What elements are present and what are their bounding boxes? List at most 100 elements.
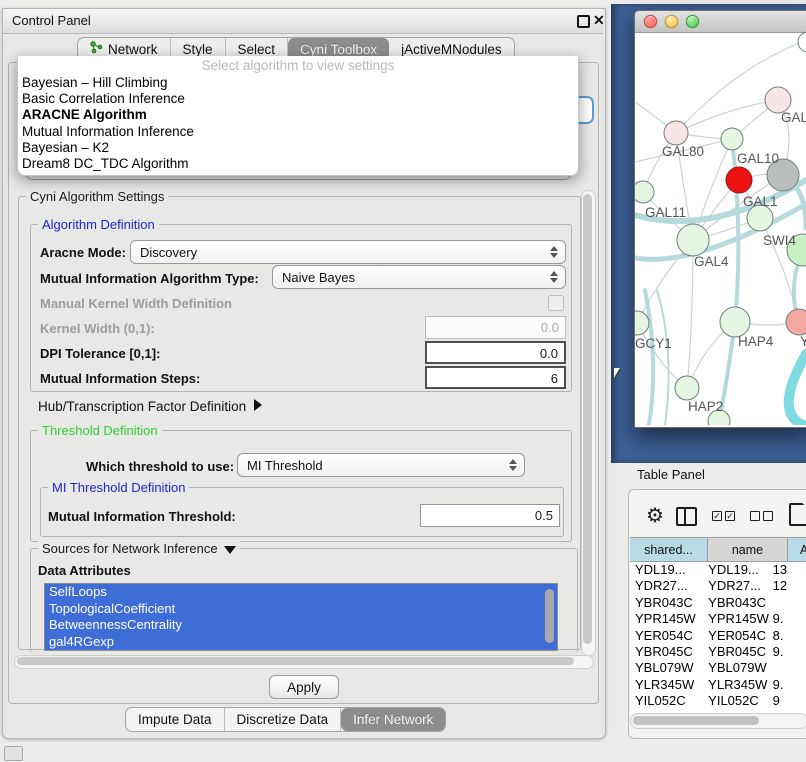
algorithm-option[interactable]: Basic Correlation Inference xyxy=(18,91,578,107)
close-icon[interactable]: ✕ xyxy=(593,14,605,26)
mi-steps-input[interactable]: 6 xyxy=(425,366,566,389)
columns-icon[interactable] xyxy=(676,507,697,526)
table-cell: YLR345W xyxy=(630,677,699,693)
hub-definition-expander[interactable]: Hub/Transcription Factor Definition xyxy=(38,399,262,414)
stepper-icon xyxy=(546,271,562,283)
node-gal11[interactable] xyxy=(635,181,654,203)
tab-select-label: Select xyxy=(238,42,276,57)
sources-title: Sources for Network Inference xyxy=(42,541,218,556)
table-cell: YBR043C xyxy=(630,595,699,611)
algorithm-definition-title: Algorithm Definition xyxy=(38,217,159,232)
mouse-cursor xyxy=(614,368,620,378)
network-window-titlebar[interactable] xyxy=(635,11,806,33)
mi-type-value: Naive Bayes xyxy=(282,270,546,285)
which-threshold-select[interactable]: MI Threshold xyxy=(237,453,525,477)
mi-type-label: Mutual Information Algorithm Type: xyxy=(40,271,259,286)
table-cell xyxy=(771,595,806,611)
node-label: Y xyxy=(800,334,806,349)
export-table-icon[interactable] xyxy=(789,503,806,526)
stepper-icon xyxy=(505,459,521,471)
node-gal10[interactable] xyxy=(721,128,743,150)
unchecked-box-icon xyxy=(750,511,760,521)
mi-type-select[interactable]: Naive Bayes xyxy=(272,265,566,289)
data-attribute-item-selected[interactable]: BetweennessCentrality xyxy=(45,617,557,634)
window-close-button[interactable] xyxy=(644,15,657,28)
table-cell: 12 xyxy=(771,578,806,594)
gear-icon[interactable]: ⚙ xyxy=(646,503,664,528)
select-all-columns-icon[interactable]: ✓ ✓ xyxy=(712,511,735,521)
column-header-shared-name[interactable]: shared... xyxy=(630,537,708,562)
node-label: GAL11 xyxy=(645,205,686,220)
column-header-partial[interactable]: A xyxy=(788,537,806,562)
table-row[interactable]: YIL052CYIL052C9 xyxy=(630,693,806,709)
algorithm-option[interactable]: ARACNE Algorithm xyxy=(18,107,578,123)
table-hscrollbar-thumb[interactable] xyxy=(633,716,759,725)
sources-collapse-control[interactable]: Sources for Network Inference xyxy=(38,541,240,556)
settings-hscrollbar-thumb[interactable] xyxy=(17,657,574,665)
kernel-width-input[interactable]: 0.0 xyxy=(425,316,566,339)
tab-infer-network[interactable]: Infer Network xyxy=(341,708,445,731)
tab-impute-data[interactable]: Impute Data xyxy=(126,708,225,731)
settings-vscrollbar-thumb[interactable] xyxy=(583,194,592,644)
algorithm-option[interactable]: Bayesian – Hill Climbing xyxy=(18,75,578,91)
table-row[interactable]: YDR27...YDR27...12 xyxy=(630,578,806,594)
node-label: SWI4 xyxy=(763,233,796,248)
table-row[interactable]: YBR045CYBR045C9. xyxy=(630,644,806,660)
node-gal80[interactable] xyxy=(664,121,688,145)
node-label: HAP4 xyxy=(738,334,774,349)
control-panel-titlebar[interactable] xyxy=(3,9,603,34)
data-attribute-item-selected[interactable]: gal4RGexp xyxy=(45,634,557,651)
table-cell: YBR043C xyxy=(699,595,770,611)
table-cell: 9. xyxy=(771,611,806,627)
algorithm-option-list: Bayesian – Hill ClimbingBasic Correlatio… xyxy=(18,75,578,172)
checked-box-icon: ✓ xyxy=(712,511,722,521)
table-row[interactable]: YER054CYER054C8. xyxy=(630,628,806,644)
tab-discretize-data[interactable]: Discretize Data xyxy=(225,708,342,731)
node-hap2[interactable] xyxy=(675,376,699,400)
node-salmon[interactable] xyxy=(786,309,806,335)
float-icon[interactable] xyxy=(577,15,590,28)
table-row[interactable]: YPR145WYPR145W9. xyxy=(630,611,806,627)
algorithm-option[interactable]: Bayesian – K2 xyxy=(18,140,578,156)
table-cell: 8. xyxy=(771,628,806,644)
checked-box-icon: ✓ xyxy=(725,511,735,521)
apply-button[interactable]: Apply xyxy=(269,675,339,699)
node-label: GAL1 xyxy=(743,194,778,209)
window-minimize-button[interactable] xyxy=(665,15,678,28)
node-selected-red[interactable] xyxy=(726,167,752,193)
node-partial-top[interactable] xyxy=(798,32,806,52)
mi-threshold-input[interactable]: 0.5 xyxy=(420,504,560,527)
node-label: GAL4 xyxy=(694,254,729,269)
data-attributes-list[interactable]: SelfLoopsTopologicalCoefficientBetweenne… xyxy=(44,583,558,651)
table-row[interactable]: YBR043CYBR043C xyxy=(630,595,806,611)
table-cell: YPR145W xyxy=(630,611,699,627)
cyni-bottom-tabbar: Impute Data Discretize Data Infer Networ… xyxy=(125,707,446,732)
list-scrollbar-thumb[interactable] xyxy=(545,589,554,643)
threshold-definition-title: Threshold Definition xyxy=(38,423,162,438)
dpi-tolerance-input[interactable]: 0.0 xyxy=(425,341,566,364)
manual-kernel-checkbox[interactable] xyxy=(548,295,564,311)
table-row[interactable]: YLR345WYLR345W9. xyxy=(630,677,806,693)
deselect-all-columns-icon[interactable] xyxy=(750,511,773,521)
algorithm-option[interactable]: Dream8 DC_TDC Algorithm xyxy=(18,156,578,172)
table-row[interactable]: YBL079WYBL079W xyxy=(630,660,806,676)
dock-grip-icon[interactable] xyxy=(4,746,23,761)
column-header-name[interactable]: name xyxy=(708,537,788,562)
node-gcy1[interactable] xyxy=(635,311,649,335)
data-attribute-item-selected[interactable]: TopologicalCoefficient xyxy=(45,601,557,618)
tab-cyni-toolbox-label: Cyni Toolbox xyxy=(300,42,377,57)
table-row[interactable]: YDL19...YDL19...13 xyxy=(630,562,806,578)
algorithm-option[interactable]: Mutual Information Inference xyxy=(18,124,578,140)
network-graph[interactable]: GAL GAL80 GAL10 GAL1 GAL11 GAL4 SWI4 GCY… xyxy=(635,32,806,425)
aracne-mode-select[interactable]: Discovery xyxy=(130,240,566,264)
window-zoom-button[interactable] xyxy=(686,15,699,28)
collapse-down-icon xyxy=(224,546,236,554)
table-cell: YER054C xyxy=(630,628,699,644)
node-hap4[interactable] xyxy=(720,307,750,337)
mi-steps-label: Mutual Information Steps: xyxy=(40,371,200,386)
data-attribute-item-selected[interactable]: SelfLoops xyxy=(45,584,557,601)
table-cell: YIL052C xyxy=(699,693,770,709)
table-cell: YBR045C xyxy=(630,644,699,660)
apply-button-label: Apply xyxy=(287,680,321,695)
node-gal4[interactable] xyxy=(677,224,709,256)
